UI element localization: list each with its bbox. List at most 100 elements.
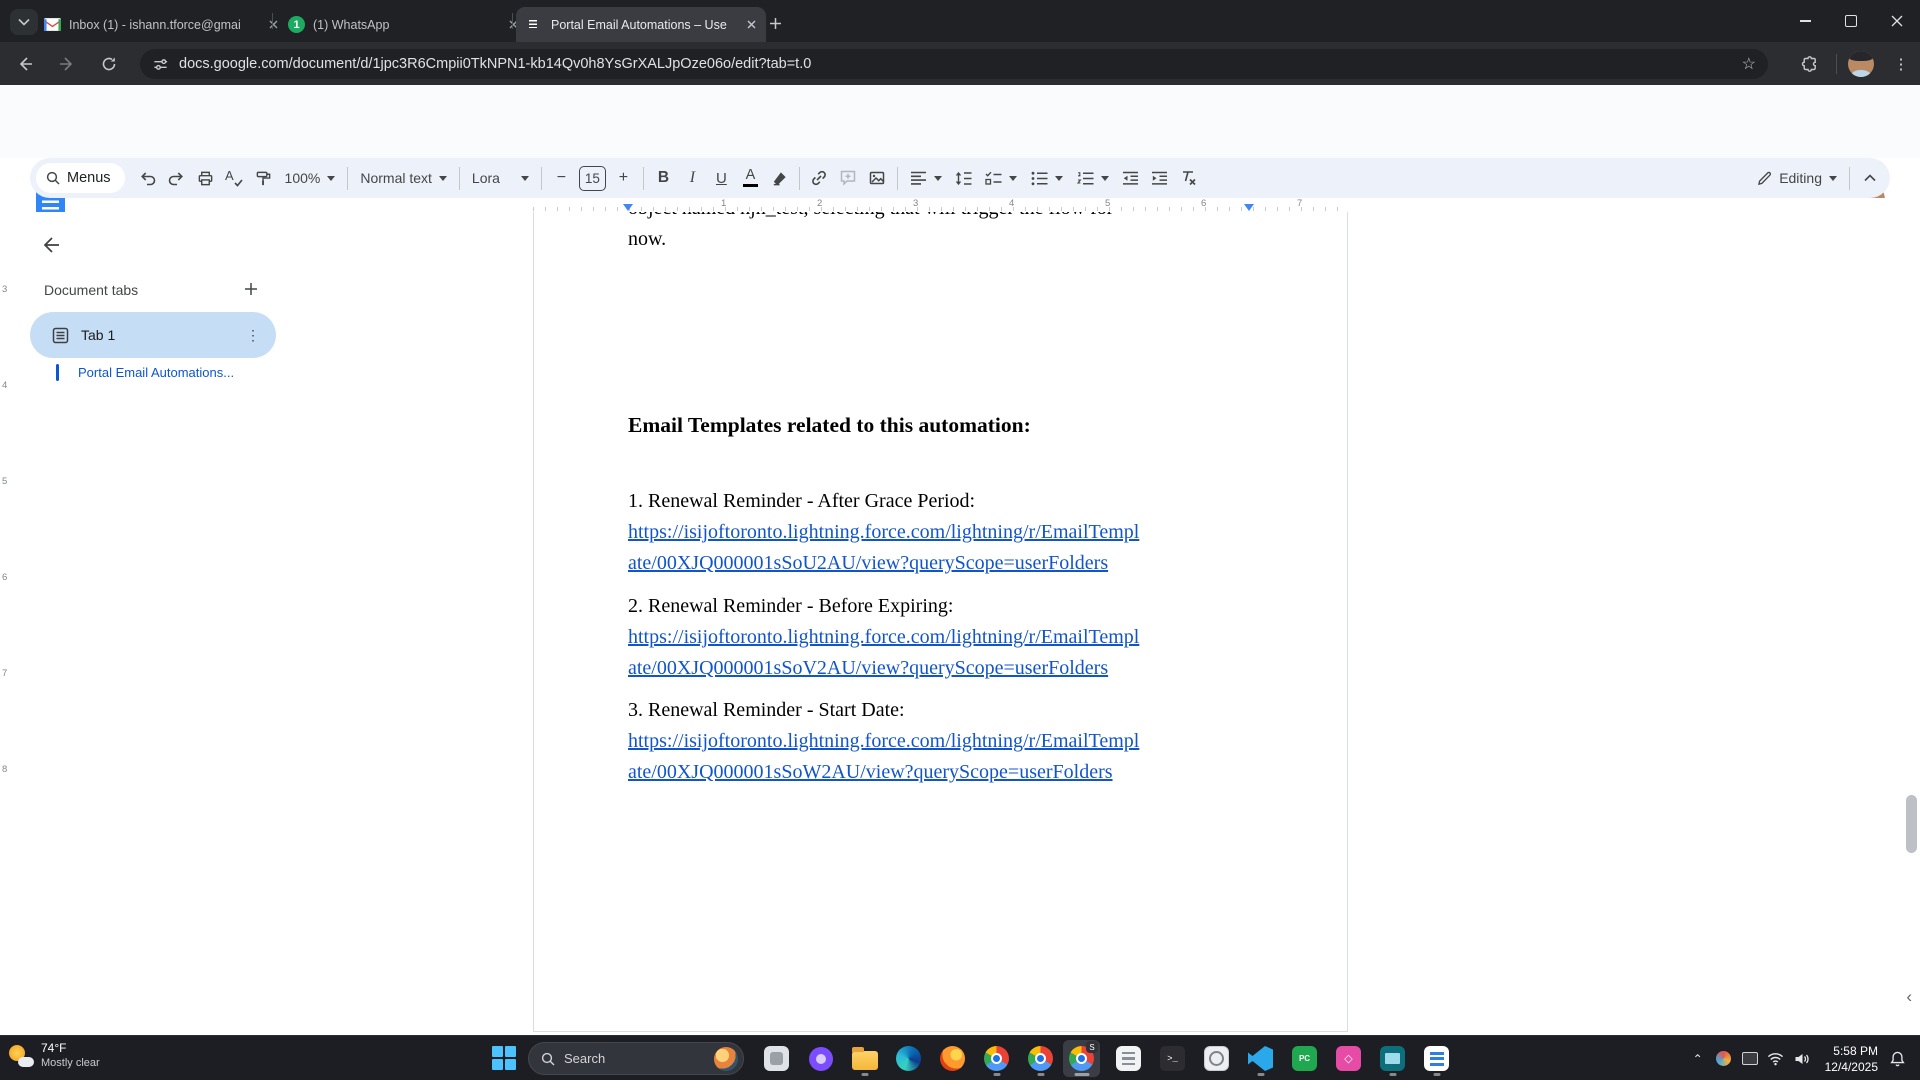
close-tabs-panel-button[interactable]	[36, 230, 66, 260]
terminal-icon[interactable]: >_	[1154, 1040, 1191, 1077]
font-size-input[interactable]: 15	[579, 166, 606, 191]
chrome-icon-active[interactable]: S	[1063, 1040, 1100, 1077]
url-bar[interactable]: docs.google.com/document/d/1jpc3R6Cmpii0…	[140, 49, 1768, 79]
tray-window-icon[interactable]	[1737, 1044, 1763, 1074]
vertical-ruler[interactable]: 3 4 5 6 7 8	[0, 212, 14, 1035]
bookmark-star-button[interactable]: ☆	[1742, 54, 1756, 74]
hidden-icons-chevron[interactable]: ⌃	[1685, 1044, 1711, 1074]
highlight-color-button[interactable]	[765, 164, 794, 193]
minimize-icon	[1800, 20, 1811, 22]
toolbar-search-menus[interactable]: Menus	[36, 163, 125, 193]
editing-mode-select[interactable]: Editing	[1750, 164, 1844, 193]
doc-tab-item-selected[interactable]: Tab 1 ⋮	[30, 312, 276, 358]
underline-button[interactable]: U	[707, 164, 736, 193]
decrease-font-size-button[interactable]: −	[547, 164, 576, 193]
browser-tab-gmail[interactable]: Inbox (1) - ishann.tforce@gmai	[34, 7, 288, 42]
taskbar-weather-widget[interactable]: 74°F Mostly clear	[8, 1041, 100, 1070]
redo-button[interactable]	[162, 164, 191, 193]
paragraph-style-select[interactable]: Normal text	[353, 164, 454, 193]
email-template-link[interactable]: https://isijoftoronto.lightning.force.co…	[628, 517, 1258, 548]
tray-color-app-icon[interactable]	[1711, 1044, 1737, 1074]
insert-link-button[interactable]	[805, 164, 834, 193]
numbered-list-button[interactable]	[1070, 164, 1116, 193]
taskbar-app-outline[interactable]	[1198, 1040, 1235, 1077]
taskbar-app-green[interactable]: PC	[1286, 1040, 1323, 1077]
ruler-ticks	[533, 207, 1349, 211]
bulleted-list-button[interactable]	[1024, 164, 1070, 193]
list-item[interactable]: 2. Renewal Reminder - Before Expiring: h…	[628, 591, 1258, 684]
browser-menu-button[interactable]: ⋮	[1888, 50, 1914, 78]
email-template-link[interactable]: ate/00XJQ000001sSoV2AU/view?queryScope=u…	[628, 653, 1258, 684]
email-template-link[interactable]: https://isijoftoronto.lightning.force.co…	[628, 622, 1258, 653]
chevron-down-icon	[1009, 176, 1017, 185]
document-page[interactable]: object named hjh_test, selecting that wi…	[533, 212, 1348, 1032]
browser-tab-whatsapp[interactable]: 1 (1) WhatsApp	[278, 7, 528, 42]
taskbar-clock[interactable]: 5:58 PM 12/4/2025	[1825, 1043, 1878, 1075]
collapse-toolbar-button[interactable]	[1855, 164, 1884, 193]
side-panel-collapse-chevron[interactable]: ‹	[1906, 987, 1912, 1007]
undo-button[interactable]	[133, 164, 162, 193]
left-indent-marker[interactable]	[623, 204, 633, 216]
volume-icon[interactable]	[1789, 1044, 1815, 1074]
checklist-button[interactable]	[978, 164, 1024, 193]
increase-indent-button[interactable]	[1145, 164, 1174, 193]
outline-heading-item[interactable]: Portal Email Automations...	[56, 364, 234, 381]
decrease-indent-button[interactable]	[1116, 164, 1145, 193]
email-template-link[interactable]: ate/00XJQ000001sSoW2AU/view?queryScope=u…	[628, 757, 1258, 788]
right-indent-marker[interactable]	[1244, 204, 1254, 216]
email-template-link[interactable]: ate/00XJQ000001sSoU2AU/view?queryScope=u…	[628, 548, 1258, 579]
back-button[interactable]	[10, 49, 40, 79]
file-explorer-icon[interactable]	[846, 1040, 883, 1077]
font-select[interactable]: Lora	[465, 164, 536, 193]
firefox-icon[interactable]	[934, 1040, 971, 1077]
edge-icon[interactable]	[890, 1040, 927, 1077]
chrome-icon-profile2[interactable]	[1022, 1040, 1059, 1077]
zoom-select[interactable]: 100%	[278, 164, 343, 193]
search-highlight-image	[714, 1047, 738, 1071]
new-tab-button[interactable]	[762, 10, 788, 36]
wifi-icon[interactable]	[1763, 1044, 1789, 1074]
align-button[interactable]	[903, 164, 949, 193]
list-item[interactable]: 3. Renewal Reminder - Start Date: https:…	[628, 695, 1258, 788]
vertical-scrollbar-thumb[interactable]	[1906, 795, 1917, 853]
taskbar-app-gray[interactable]	[758, 1040, 795, 1077]
window-maximize-button[interactable]	[1828, 0, 1874, 42]
vscode-icon[interactable]	[1242, 1040, 1279, 1077]
paint-format-button[interactable]	[249, 164, 278, 193]
paragraph-clipped[interactable]: object named hjh_test, selecting that wi…	[628, 212, 1258, 255]
taskbar-search-box[interactable]: Search	[528, 1042, 744, 1075]
taskbar-app-pink[interactable]: ◇	[1330, 1040, 1367, 1077]
clear-formatting-button[interactable]	[1174, 164, 1203, 193]
item-title: 3. Renewal Reminder - Start Date:	[628, 695, 1258, 726]
notepad-doc-icon[interactable]	[1418, 1040, 1455, 1077]
browser-profile-avatar[interactable]	[1848, 51, 1874, 77]
browser-tab-docs-active[interactable]: Portal Email Automations – Use	[516, 7, 766, 42]
insert-image-button[interactable]	[863, 164, 892, 193]
email-template-link[interactable]: https://isijoftoronto.lightning.force.co…	[628, 726, 1258, 757]
horizontal-ruler[interactable]: 1 2 3 4 5 6 7	[300, 198, 1920, 212]
chrome-icon-profile1[interactable]	[978, 1040, 1015, 1077]
print-button[interactable]	[191, 164, 220, 193]
spellcheck-button[interactable]: A	[220, 164, 249, 193]
taskbar-app-light[interactable]	[1110, 1040, 1147, 1077]
window-close-button[interactable]	[1874, 0, 1920, 42]
notification-bell-icon[interactable]	[1884, 1044, 1910, 1074]
tab-options-kebab[interactable]: ⋮	[246, 327, 260, 344]
reload-button[interactable]	[94, 49, 124, 79]
window-minimize-button[interactable]	[1782, 0, 1828, 42]
forward-button[interactable]	[52, 49, 82, 79]
list-item[interactable]: 1. Renewal Reminder - After Grace Period…	[628, 486, 1258, 579]
start-button[interactable]	[492, 1046, 516, 1070]
increase-font-size-button[interactable]: +	[609, 164, 638, 193]
taskbar-app-purple[interactable]	[802, 1040, 839, 1077]
extensions-button[interactable]	[1796, 51, 1824, 79]
line-spacing-button[interactable]	[949, 164, 978, 193]
add-tab-button[interactable]	[238, 276, 264, 302]
add-comment-button[interactable]	[834, 164, 863, 193]
italic-button[interactable]: I	[678, 164, 707, 193]
bold-button[interactable]: B	[649, 164, 678, 193]
section-heading[interactable]: Email Templates related to this automati…	[628, 410, 1258, 441]
remote-desktop-icon[interactable]	[1374, 1040, 1411, 1077]
tab-close-button[interactable]	[743, 16, 760, 33]
text-color-button[interactable]: A	[736, 164, 765, 193]
